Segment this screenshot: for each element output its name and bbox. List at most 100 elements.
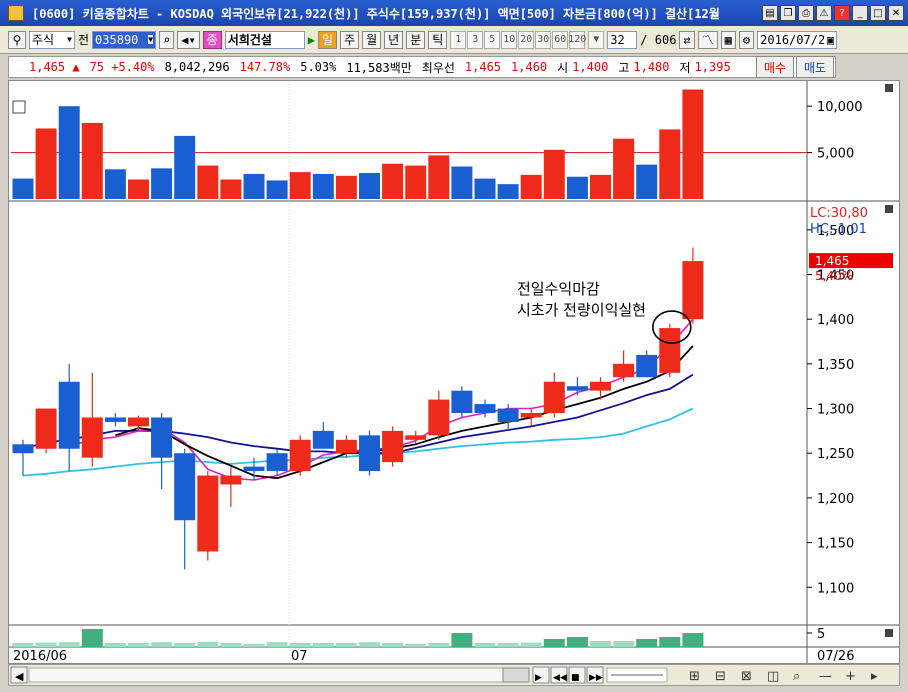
period-week-button[interactable]: 주 [340,30,360,49]
current-price: 1,465 ▲ [29,60,80,74]
chart-area[interactable]: 10,000 5,000 1,500 1,450 1,400 1,350 1,300 1,25… [8,80,900,664]
candle-body [613,363,635,378]
price-tick-label: 1,400 [817,313,854,328]
copy-icon[interactable]: ❐ [780,5,796,21]
date-value: 2016/07/2 [760,32,826,47]
print-icon[interactable]: ⎙ [798,5,814,21]
interval-button-60[interactable]: 60 [552,30,569,49]
date-input[interactable]: 2016/07/2 ▣ [757,30,838,49]
sub-indicator-bar [266,642,288,647]
candle-body [197,475,219,552]
close-icon[interactable]: ✕ [888,5,904,21]
sub-indicator-bar [174,643,196,647]
volume-bar [405,165,427,199]
maximize-icon[interactable]: □ [870,5,886,21]
candle-body [151,417,173,458]
alert-icon[interactable]: ⚠ [816,5,832,21]
candle-body [543,381,565,413]
period-month-button[interactable]: 월 [362,30,382,49]
candle-body [243,466,265,472]
crosshair-icon[interactable]: ⊞ [689,669,700,684]
zoom-out-icon[interactable]: — [819,669,832,684]
scroll-left-icon: ◀ [15,670,24,683]
period-tick-button[interactable]: 틱 [428,30,448,49]
stock-code-input[interactable]: 035890 ▼ [92,30,157,49]
volume-bar [613,138,635,199]
sub-indicator-bar [128,643,149,647]
volume-bar [474,178,496,199]
help-icon[interactable]: ? [834,5,850,21]
next-icon[interactable]: ▸ [871,669,878,684]
candle-body [312,430,334,449]
sub-indicator-bar [104,643,126,647]
candle-body [335,439,357,454]
interval-button-10[interactable]: 10 [501,30,518,49]
sub-indicator-bar [613,641,635,647]
stock-name-field: 서희건설 [224,30,305,49]
gear-icon[interactable]: ⚙ [738,30,755,49]
candle-body [289,439,311,472]
market-type-select[interactable]: 주식 ▼ [29,30,75,49]
grid-toggle-icon[interactable] [12,100,26,114]
open-label: 시 [557,60,569,75]
volume-bar [128,179,149,199]
app-icon [8,5,24,21]
scroll-track[interactable] [28,667,530,683]
volume-bar [428,155,450,199]
speaker-icon[interactable]: ◀▾ [177,30,200,49]
interval-button-3[interactable]: 3 [467,30,484,49]
zoom-in-icon[interactable]: + [845,669,856,684]
price-tick-label: 1,150 [817,537,854,552]
lc-label: LC:30,80 [810,206,868,221]
period-year-button[interactable]: 년 [384,30,404,49]
candle-body [58,381,80,449]
navigation-controls[interactable]: ◀ ▶ ◀◀ ■ ▶▶ ⊞ ⊟ ⊠ ◫ ⌕ — + ▸ [9,665,899,685]
grid-icon[interactable]: ▦ [720,30,736,49]
candle-body [497,408,519,422]
sub-indicator-bar [382,643,404,647]
volume-bar [659,129,681,199]
scroll-bar[interactable]: ◀ ▶ ◀◀ ■ ▶▶ ⊞ ⊟ ⊠ ◫ ⌕ — + ▸ [8,664,900,686]
period-minute-button[interactable]: 분 [406,30,426,49]
pane-close-icon[interactable] [885,84,893,92]
total-count: / 606 [640,32,677,47]
search-icon[interactable]: ⌕ [159,30,175,49]
calendar-icon[interactable]: ▣ [827,33,834,47]
layout-icon[interactable]: ◫ [767,669,779,684]
sub-indicator-bar [335,643,357,647]
period-day-button[interactable]: 일 [318,30,338,49]
sell-button[interactable]: 매도 [796,56,834,78]
table-icon[interactable]: ⊠ [741,669,752,684]
sub-indicator-bar [451,633,473,647]
interval-button-1[interactable]: 1 [450,30,467,49]
pane-close-icon[interactable] [885,629,893,637]
volume-bar [497,184,519,199]
sub-indicator-bar [359,642,380,647]
interval-button-120[interactable]: 120 [568,30,586,49]
sub-indicator-bar [659,637,681,647]
split-icon[interactable]: ⊟ [715,669,726,684]
date-label-end: 07/26 [817,649,854,663]
chart-canvas[interactable]: 10,0005,0001,5001,4501,4001,3501,3001,25… [9,81,899,664]
volume-bar [590,174,611,199]
interval-button-20[interactable]: 20 [518,30,535,49]
layout-icon[interactable]: ▤ [762,5,778,21]
zoom-icon[interactable]: ⌕ [793,669,800,684]
last-pct-label: 5,40% [815,269,853,283]
count-input[interactable]: 32 [607,30,638,49]
scroll-thumb[interactable] [502,667,530,683]
pane-close-icon[interactable] [885,205,893,213]
sub-tick-label: 5 [817,627,825,642]
line-chart-icon[interactable]: 〽 [697,30,718,49]
hc-label: HC:-1,01 [810,222,867,237]
search-key-icon[interactable]: ⚲ [8,30,26,49]
interval-button-5[interactable]: 5 [484,30,501,49]
volume-bar [81,122,103,199]
minimize-icon[interactable]: _ [852,5,868,21]
tool-arrows-icon[interactable]: ⇄ [679,30,695,49]
chevron-down-icon[interactable]: ▼ [588,30,605,49]
candle-body [174,453,196,521]
interval-button-30[interactable]: 30 [535,30,552,49]
triangle-icon: ▶ [307,32,316,47]
buy-button[interactable]: 매수 [756,56,794,78]
